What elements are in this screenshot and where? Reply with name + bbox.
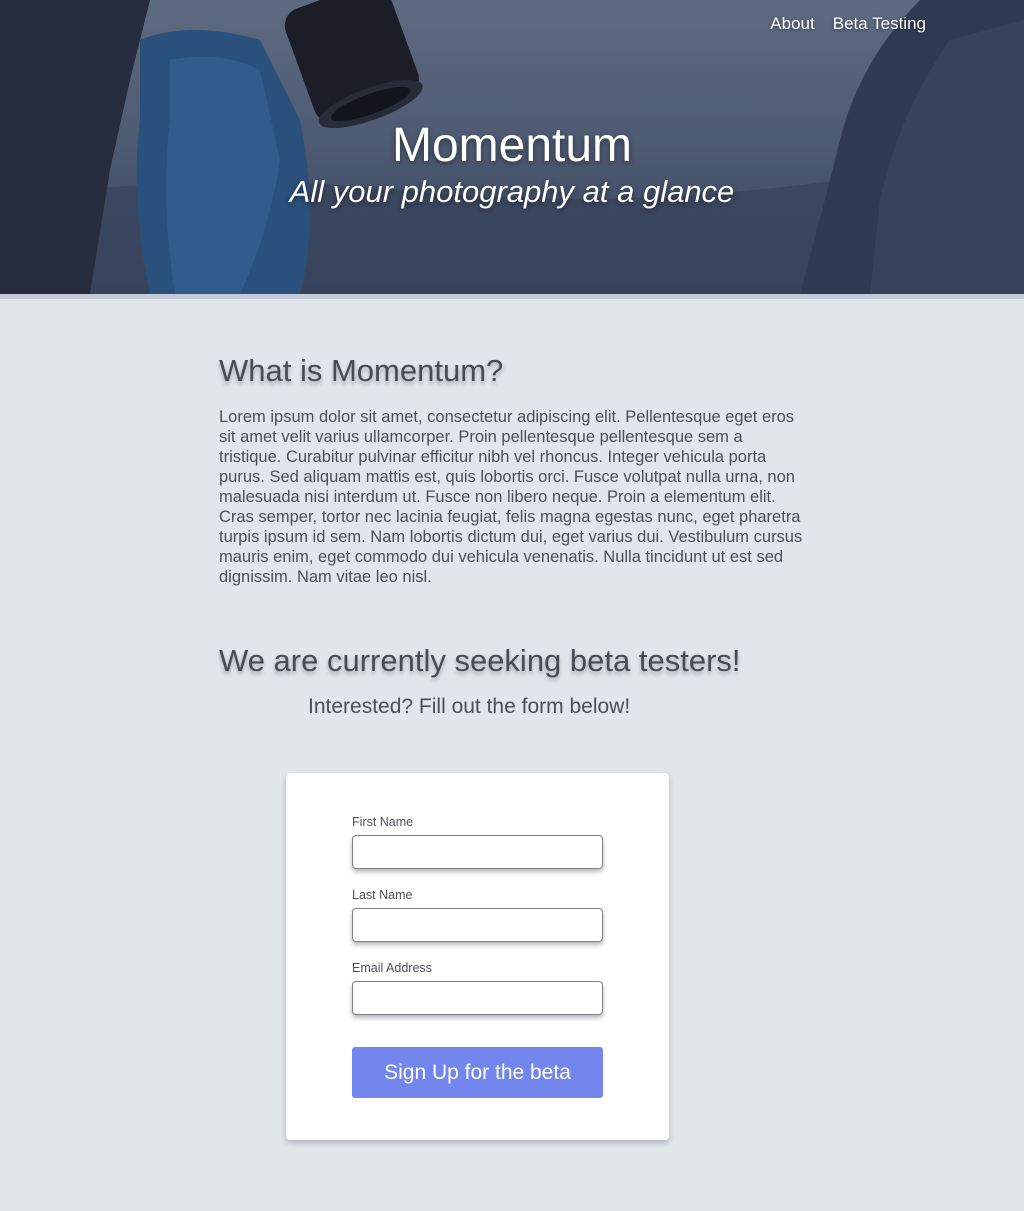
beta-heading: We are currently seeking beta testers! (219, 643, 741, 678)
about-heading: What is Momentum? (219, 353, 504, 388)
last-name-label: Last Name (352, 888, 413, 902)
nav-link-about[interactable]: About (770, 14, 814, 34)
hero-banner: About Beta Testing Momentum All your pho… (0, 0, 1024, 294)
first-name-label: First Name (352, 815, 414, 829)
nav-link-beta-testing[interactable]: Beta Testing (833, 14, 926, 34)
first-name-input[interactable] (352, 835, 603, 869)
hero-divider (0, 294, 1024, 299)
hero-title: Momentum (391, 119, 633, 172)
beta-signup-form: First Name Last Name Email Address Sign … (286, 773, 669, 1140)
email-address-label: Email Address (352, 961, 432, 975)
email-address-input[interactable] (352, 981, 603, 1015)
beta-subheading: Interested? Fill out the form below! (308, 695, 631, 718)
last-name-input[interactable] (352, 908, 603, 942)
top-nav: About Beta Testing (770, 14, 926, 34)
about-description: Lorem ipsum dolor sit amet, consectetur … (219, 408, 803, 586)
sign-up-button[interactable]: Sign Up for the beta (352, 1047, 603, 1098)
hero-subtitle: All your photography at a glance (289, 174, 735, 209)
